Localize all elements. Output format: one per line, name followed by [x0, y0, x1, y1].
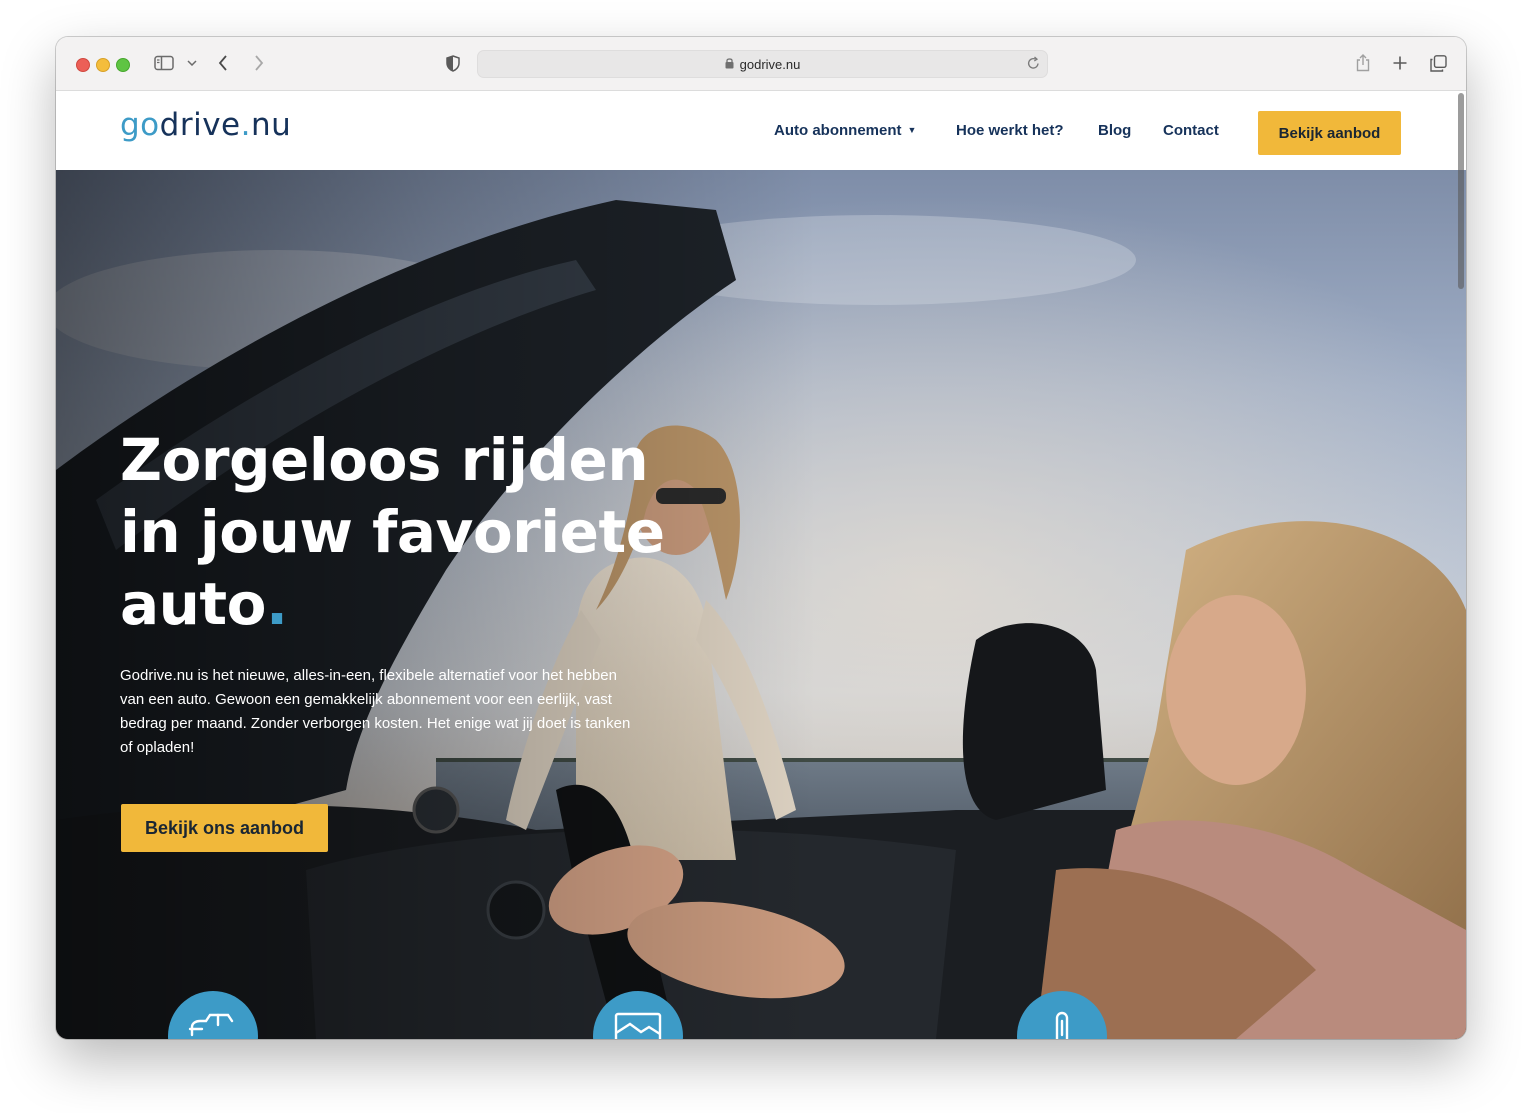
hero-title-line-1: Zorgeloos rijden [120, 426, 649, 494]
chevron-down-icon[interactable] [186, 51, 198, 75]
caret-down-icon: ▼ [907, 125, 917, 135]
browser-toolbar: godrive.nu [56, 37, 1466, 91]
hero-title-line-3: auto. [120, 568, 680, 640]
url-text: godrive.nu [739, 56, 801, 72]
nav-blog[interactable]: Blog [1098, 122, 1131, 139]
car-icon [188, 991, 238, 1039]
reload-icon[interactable] [1027, 56, 1040, 73]
sidebar-icon[interactable] [153, 51, 175, 75]
bekijk-aanbod-button[interactable]: Bekijk aanbod [1258, 111, 1401, 155]
zoom-window-button[interactable] [116, 58, 130, 72]
minimize-window-button[interactable] [96, 58, 110, 72]
nav-hoe-werkt-het[interactable]: Hoe werkt het? [956, 122, 1064, 139]
forward-icon[interactable] [252, 51, 266, 75]
hero-title-line-2: in jouw favoriete [120, 498, 665, 566]
hero-section: Zorgeloos rijden in jouw favoriete auto.… [56, 170, 1466, 1039]
share-icon[interactable] [1354, 51, 1372, 75]
thermometer-icon [1052, 991, 1072, 1039]
page-scrollbar[interactable] [1458, 93, 1464, 289]
plus-icon[interactable] [1391, 51, 1409, 75]
shield-icon[interactable] [444, 51, 462, 75]
hero-title-accent-dot: . [266, 570, 288, 638]
godrive-logo[interactable]: godrive.nu [120, 107, 291, 143]
nav-auto-abonnement[interactable]: Auto abonnement ▼ [774, 122, 916, 139]
nav-auto-abonnement-label: Auto abonnement [774, 122, 902, 139]
hero-title: Zorgeloos rijden in jouw favoriete auto. [120, 424, 680, 640]
logo-go: go [120, 107, 160, 143]
site-header: godrive.nu Auto abonnement ▼ Hoe werkt he… [56, 91, 1466, 170]
hero-description: Godrive.nu is het nieuwe, alles-in-een, … [120, 667, 631, 756]
back-icon[interactable] [216, 51, 230, 75]
logo-nu: nu [250, 107, 292, 143]
logo-drive: drive [159, 107, 241, 143]
image-icon [613, 991, 663, 1039]
tabs-icon[interactable] [1428, 51, 1448, 75]
nav-contact[interactable]: Contact [1163, 122, 1219, 139]
lock-icon [725, 57, 734, 72]
hero-title-line-3-text: auto [120, 570, 267, 638]
close-window-button[interactable] [76, 58, 90, 72]
address-bar[interactable]: godrive.nu [477, 50, 1048, 78]
bekijk-ons-aanbod-button[interactable]: Bekijk ons aanbod [121, 804, 328, 852]
logo-dot: . [240, 107, 251, 143]
browser-window: godrive.nu godrive.nu Auto abonnement ▼ H… [56, 37, 1466, 1039]
